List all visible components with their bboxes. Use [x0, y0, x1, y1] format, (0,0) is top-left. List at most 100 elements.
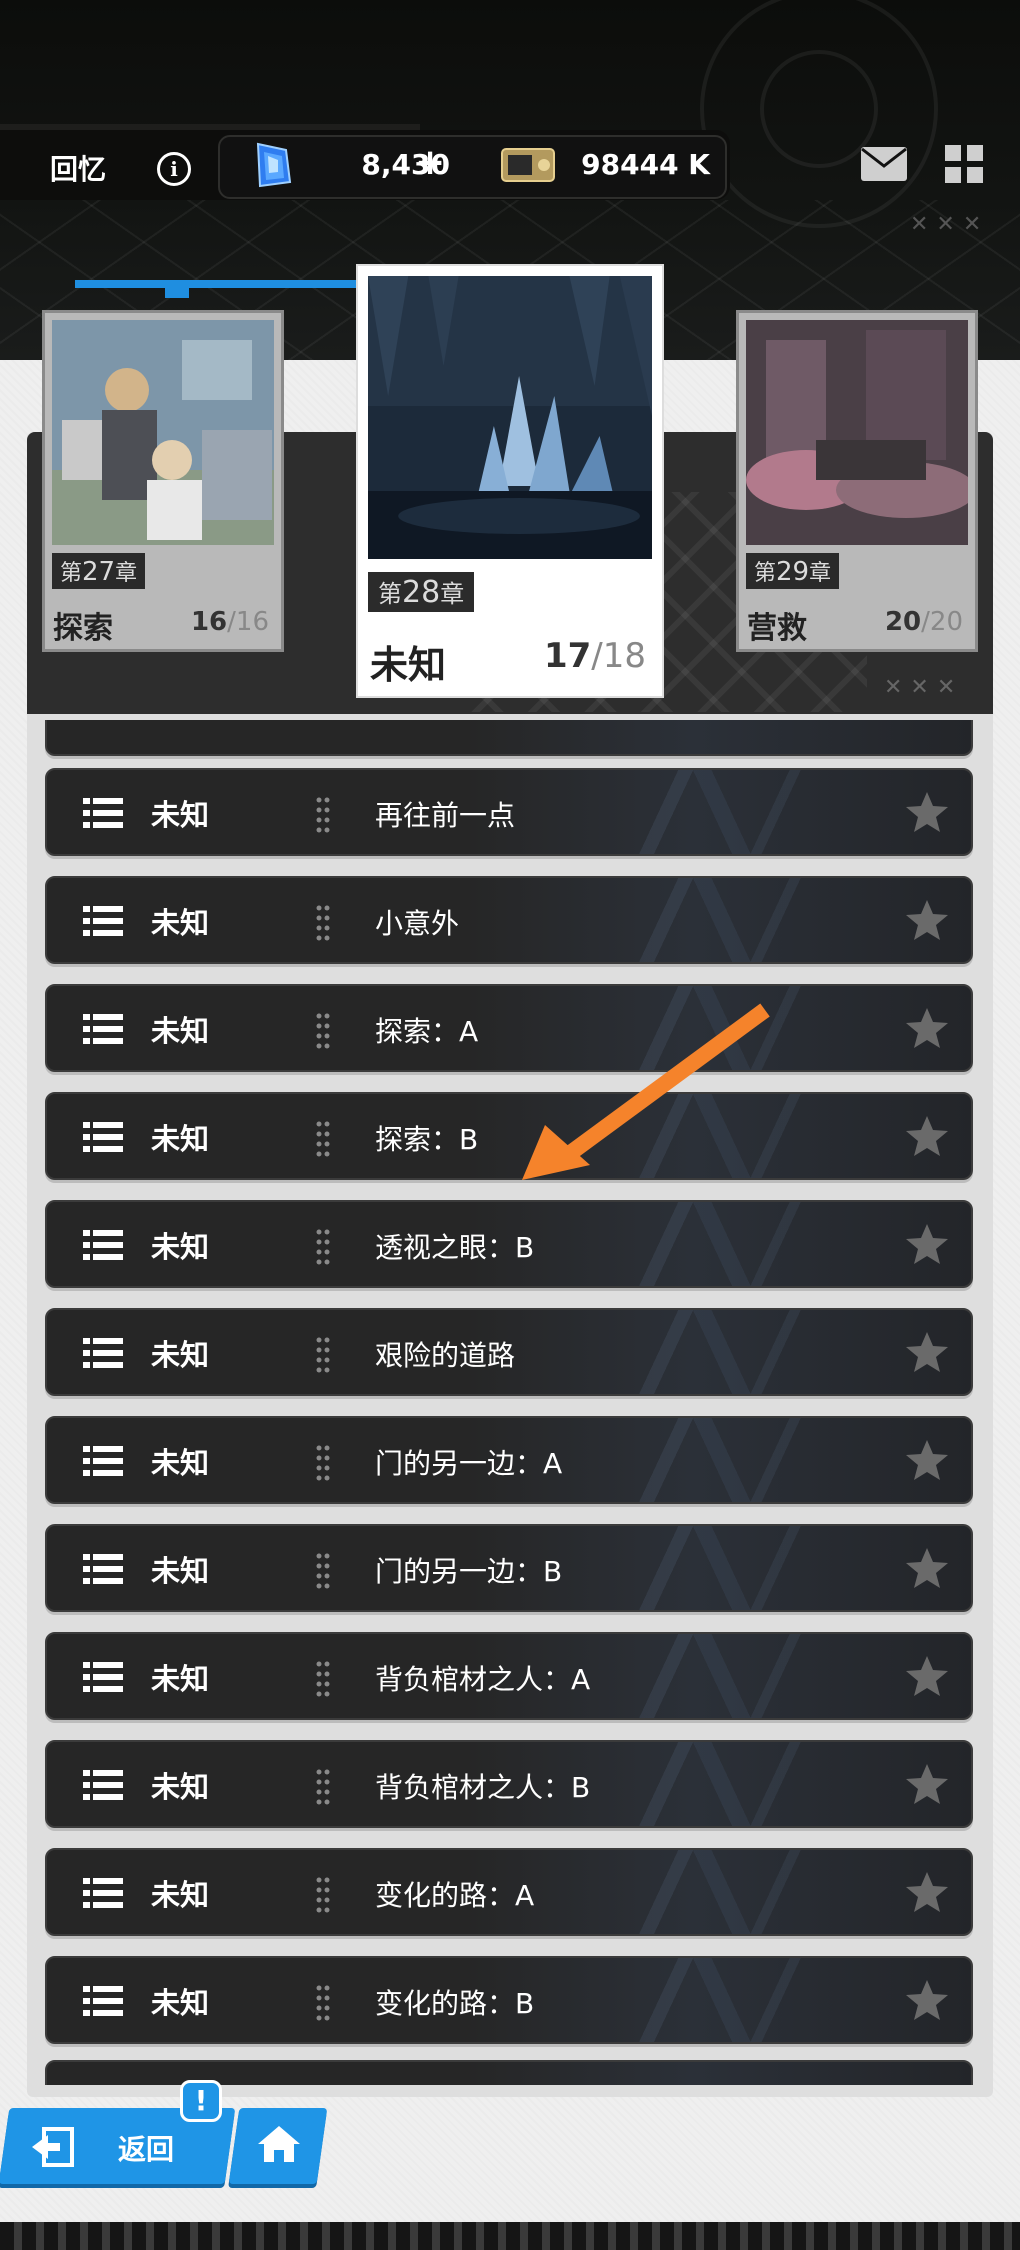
- info-icon[interactable]: i: [157, 152, 191, 186]
- list-icon: [83, 1446, 123, 1476]
- chapter-number-suffix: 章: [440, 580, 465, 608]
- stage-title: 背负棺材之人：A: [375, 1663, 591, 1696]
- chapter-number-prefix: 第: [60, 561, 83, 586]
- add-gems-button[interactable]: +: [415, 145, 445, 181]
- star-icon[interactable]: [905, 1978, 949, 2022]
- stage-list[interactable]: 未知 再往前一点 未知 小意外 未知 探索：A 未知 探索：B 未知 透视之眼：B 未知 艰险的道路未…: [40, 720, 980, 2085]
- mail-icon[interactable]: [860, 146, 908, 182]
- row-background-art: [567, 1526, 897, 1610]
- list-icon: [83, 1770, 123, 1800]
- stage-title: 门的另一边：B: [375, 1555, 563, 1588]
- stage-row[interactable]: 未知 变化的路：A: [45, 1848, 973, 1936]
- decor-marks: ✕✕✕: [884, 675, 964, 700]
- annotation-arrow: [522, 1003, 770, 1180]
- drag-handle-icon: [316, 1229, 330, 1265]
- tab-indicator-notch: [165, 288, 189, 298]
- chapter-art-image: [746, 320, 968, 545]
- chapter-card-29[interactable]: 第29章 营救 20/20: [736, 310, 978, 652]
- list-icon: [83, 798, 123, 828]
- stage-row[interactable]: 未知 背负棺材之人：A: [45, 1632, 973, 1720]
- chapter-progress-cleared: 17: [543, 636, 592, 676]
- row-background-art: [567, 1634, 897, 1718]
- chapter-progress-total: /18: [591, 636, 646, 676]
- stage-title: 艰险的道路: [375, 1339, 516, 1372]
- chapter-number-prefix: 第: [754, 561, 777, 586]
- row-background-art: [567, 1958, 897, 2042]
- stage-row[interactable]: 未知 探索：A: [45, 984, 973, 1072]
- stage-tag: 未知: [151, 1878, 210, 1912]
- stage-title: 变化的路：B: [375, 1987, 535, 2020]
- drag-handle-icon: [316, 1445, 330, 1481]
- drag-handle-icon: [316, 1661, 330, 1697]
- row-background-art: [567, 770, 897, 854]
- list-icon: [83, 1338, 123, 1368]
- star-icon[interactable]: [905, 1654, 949, 1698]
- star-icon[interactable]: [905, 1006, 949, 1050]
- drag-handle-icon: [316, 1553, 330, 1589]
- list-icon: [83, 906, 123, 936]
- stage-title: 再往前一点: [375, 799, 516, 832]
- chapter-progress-total: /16: [227, 607, 269, 637]
- list-icon: [83, 1122, 123, 1152]
- chapter-card-27[interactable]: 第27章 探索 16/16: [42, 310, 284, 652]
- chapter-art-image: [368, 276, 652, 559]
- decor-marks: ✕✕✕: [910, 212, 990, 237]
- star-icon[interactable]: [905, 898, 949, 942]
- stage-title: 门的另一边：A: [375, 1447, 563, 1480]
- chapter-name: 营救: [747, 611, 807, 646]
- list-icon: [83, 1014, 123, 1044]
- page-title: 回忆: [50, 153, 107, 186]
- menu-grid-icon[interactable]: [945, 145, 983, 183]
- stage-title: 变化的路：A: [375, 1879, 535, 1912]
- stage-row[interactable]: 未知 门的另一边：A: [45, 1416, 973, 1504]
- drag-handle-icon: [316, 797, 330, 833]
- stage-row[interactable]: 未知 门的另一边：B: [45, 1524, 973, 1612]
- chapter-number: 28: [402, 575, 441, 610]
- stage-tag: 未知: [151, 1554, 210, 1588]
- stage-tag: 未知: [151, 1770, 210, 1804]
- chapter-progress: 17/18: [544, 636, 646, 676]
- stage-title: 透视之眼：B: [375, 1231, 535, 1264]
- stage-row[interactable]: 未知 探索：B: [45, 1092, 973, 1180]
- stage-row[interactable]: 未知 再往前一点: [45, 768, 973, 856]
- home-icon: [258, 2126, 300, 2162]
- stage-title: 背负棺材之人：B: [375, 1771, 591, 1804]
- star-icon[interactable]: [905, 1438, 949, 1482]
- chapter-progress: 16/16: [191, 607, 269, 637]
- chapter-progress-total: /20: [921, 607, 963, 637]
- stage-tag: 未知: [151, 1338, 210, 1372]
- stage-row-partial: [45, 720, 973, 756]
- drag-handle-icon: [316, 1013, 330, 1049]
- stage-row[interactable]: 未知 艰险的道路: [45, 1308, 973, 1396]
- credit-count: 98444 K: [581, 148, 710, 181]
- drag-handle-icon: [316, 1121, 330, 1157]
- drag-handle-icon: [316, 1985, 330, 2021]
- stage-row[interactable]: 未知 小意外: [45, 876, 973, 964]
- stage-title: 探索：A: [375, 1015, 479, 1048]
- notification-badge: !: [180, 2080, 222, 2122]
- chapter-number: 29: [776, 557, 810, 587]
- chapter-progress: 20/20: [885, 607, 963, 637]
- chapter-number: 27: [82, 557, 116, 587]
- list-icon: [83, 1230, 123, 1260]
- star-icon[interactable]: [905, 1114, 949, 1158]
- drag-handle-icon: [316, 1877, 330, 1913]
- stage-tag: 未知: [151, 798, 210, 832]
- stage-row[interactable]: 未知 透视之眼：B: [45, 1200, 973, 1288]
- chapter-name: 未知: [370, 643, 447, 687]
- star-icon[interactable]: [905, 1222, 949, 1266]
- stage-title: 小意外: [375, 907, 460, 940]
- star-icon[interactable]: [905, 1762, 949, 1806]
- stage-tag: 未知: [151, 1446, 210, 1480]
- list-icon: [83, 1878, 123, 1908]
- star-icon[interactable]: [905, 1330, 949, 1374]
- stage-row[interactable]: 未知 变化的路：B: [45, 1956, 973, 2044]
- chapter-card-28[interactable]: 第28章 未知 17/18: [358, 266, 662, 696]
- stage-row[interactable]: 未知 背负棺材之人：B: [45, 1740, 973, 1828]
- star-icon[interactable]: [905, 1870, 949, 1914]
- star-icon[interactable]: [905, 1546, 949, 1590]
- tab-indicator: [75, 280, 375, 288]
- chapter-progress-cleared: 20: [884, 607, 922, 637]
- list-icon: [83, 1554, 123, 1584]
- star-icon[interactable]: [905, 790, 949, 834]
